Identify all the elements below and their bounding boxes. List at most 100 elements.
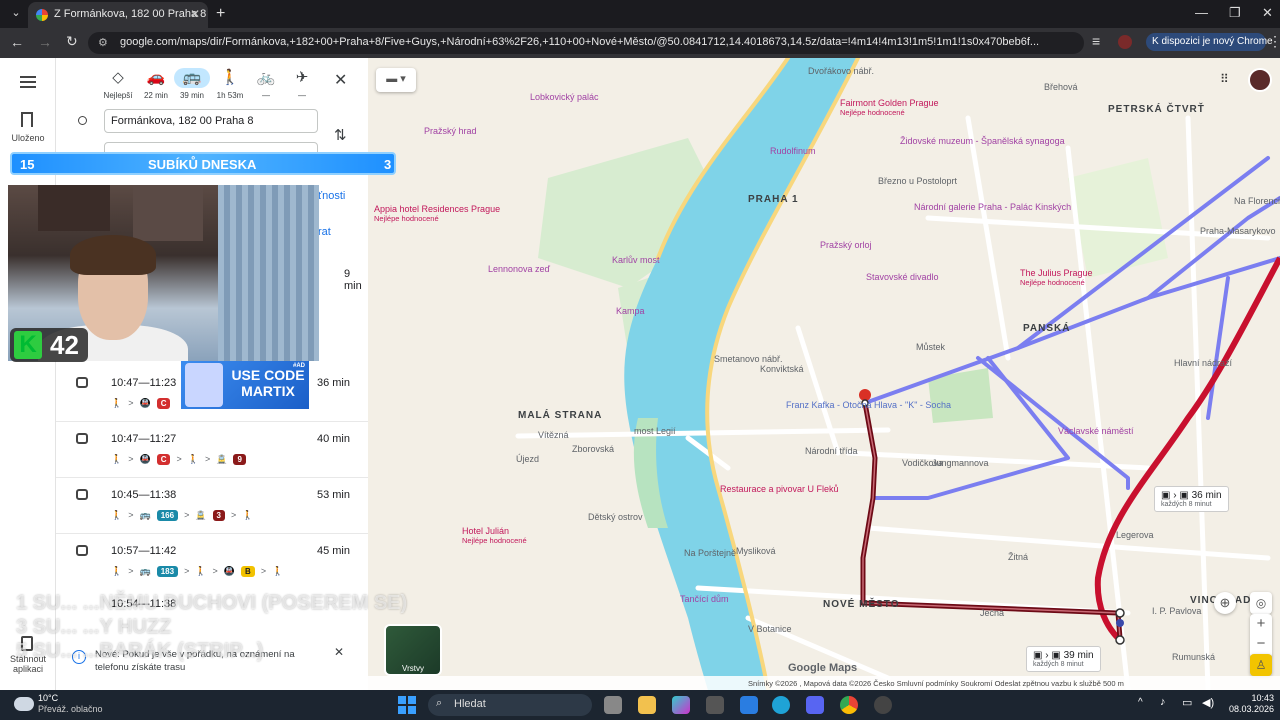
mic-icon[interactable]: ♪	[1160, 696, 1166, 708]
poster	[38, 185, 110, 231]
update-chrome-button[interactable]: K dispozici je nový Chrome	[1146, 33, 1273, 51]
street-label: most Legií	[634, 426, 676, 436]
street-label: Smetanovo nábř.	[714, 354, 783, 364]
route-option[interactable]: 10:57—11:42 45 min 🚶 > 🚌 183 > 🚶 > 🚇 B > 🚶	[56, 534, 368, 590]
mail-icon[interactable]	[740, 696, 758, 714]
leave-link[interactable]: rat	[318, 226, 331, 238]
map-poi[interactable]: Appia hotel Residences Prague Nejlépe hod…	[374, 204, 500, 223]
line-badge: C	[156, 454, 171, 465]
step-separator: >	[231, 510, 237, 520]
back-icon[interactable]: ←	[10, 34, 24, 50]
map-poi[interactable]: Lennonova zeď	[488, 264, 550, 274]
my-location-icon[interactable]: ⊕	[1214, 592, 1236, 614]
task-view-icon[interactable]	[604, 696, 622, 714]
forward-icon[interactable]: →	[38, 34, 52, 50]
tab-list-icon[interactable]: ⌄	[8, 6, 24, 22]
map-poi[interactable]: Václavské náměstí	[1058, 426, 1134, 436]
profile-avatar[interactable]	[1118, 35, 1132, 49]
map-menu-button[interactable]: ▬ ▾	[376, 68, 416, 92]
route-duration-tag[interactable]: ▣ › ▣ 39 min každých 8 minut	[1026, 646, 1101, 672]
saved-label[interactable]: Uloženo	[0, 133, 56, 143]
copilot-icon[interactable]	[672, 696, 690, 714]
apps-grid-icon[interactable]: ⠿	[1220, 72, 1229, 86]
site-info-icon[interactable]: ⚙	[98, 36, 108, 49]
map-poi[interactable]: Národní galerie Praha - Palác Kinských	[914, 202, 1071, 212]
close-notification-icon[interactable]: ✕	[334, 646, 344, 659]
map-poi[interactable]: The Julius Prague Nejlépe hodnocené	[1020, 268, 1093, 287]
origin-input[interactable]: Formánkova, 182 00 Praha 8	[104, 109, 318, 133]
poi-rating-label: Nejlépe hodnocené	[840, 108, 905, 117]
edge-icon[interactable]	[772, 696, 790, 714]
tray-chevron-icon[interactable]: ^	[1138, 697, 1143, 708]
layers-button[interactable]: Vrstvy	[384, 624, 442, 676]
reload-icon[interactable]: ↻	[66, 33, 78, 50]
route-option[interactable]: 10:47—11:27 40 min 🚶 > 🚇 C > 🚶 > 🚊 9	[56, 422, 368, 478]
reading-list-icon[interactable]: ≡	[1092, 33, 1100, 49]
car-icon: 🚗	[146, 69, 166, 86]
bookmark-icon[interactable]	[21, 112, 33, 127]
minimize-icon[interactable]: —	[1195, 5, 1208, 20]
map-poi[interactable]: Lobkovický palác	[530, 92, 599, 102]
tab-active[interactable]: Z Formánkova, 182 00 Praha 8 – ✕	[28, 2, 208, 28]
mode-bike-button[interactable]: 🚲 —	[248, 68, 284, 100]
locate-icon[interactable]: ◎	[1250, 592, 1272, 614]
hamburger-menu-icon[interactable]	[20, 76, 36, 88]
mode-transit-button[interactable]: 🚌 39 min	[174, 68, 210, 100]
map-poi[interactable]: Kampa	[616, 306, 645, 316]
map-poi[interactable]: Franz Kafka - Otočná Hlava - "K" - Socha	[786, 400, 951, 410]
close-window-icon[interactable]: ✕	[1262, 5, 1273, 21]
taskbar-search[interactable]: ⌕ Hledat	[428, 694, 592, 716]
swap-icon[interactable]: ⇅	[334, 126, 347, 144]
file-explorer-icon[interactable]	[638, 696, 656, 714]
transit-icon: 🚌	[174, 68, 210, 88]
map-poi[interactable]: Židovské muzeum - Španělská synagoga	[900, 136, 1065, 146]
account-avatar[interactable]	[1248, 68, 1272, 92]
best-icon: ◇	[112, 69, 124, 86]
mode-flight-button[interactable]: ✈ —	[284, 68, 320, 100]
weather-temp[interactable]: 10°C	[38, 693, 58, 703]
taskbar: 10°C Převáž. oblačno ⌕ Hledat ^ ♪ ▭ ◀) 1…	[0, 690, 1280, 720]
route-option[interactable]: 10:45—11:38 53 min 🚶 > 🚌 166 > 🚊 3 > 🚶	[56, 478, 368, 534]
map-poi[interactable]: Fairmont Golden Prague Nejlépe hodnocené	[840, 98, 939, 117]
zoom-out-icon[interactable]: −	[1250, 634, 1272, 654]
clock-time[interactable]: 10:43	[1224, 693, 1274, 703]
line-badge: 166	[156, 510, 179, 521]
step-separator: >	[128, 566, 134, 576]
options-link[interactable]: ťnosti	[318, 190, 345, 202]
map-poi[interactable]: Pražský hrad	[424, 126, 477, 136]
url-field[interactable]: ⚙ google.com/maps/dir/Formánkova,+182+00…	[88, 32, 1084, 54]
mode-best-button[interactable]: ◇ Nejlepší	[100, 68, 136, 100]
volume-icon[interactable]: ◀)	[1202, 696, 1214, 709]
start-icon[interactable]	[398, 696, 416, 714]
app-icon[interactable]	[874, 696, 892, 714]
zoom-in-icon[interactable]: +	[1250, 614, 1272, 634]
chrome-icon[interactable]	[840, 696, 858, 714]
map-canvas[interactable]: ▬ ▾ PRAHA 1 MALÁ STRANA NOVÉ MĚSTO PETRS…	[368, 58, 1280, 690]
route-duration-tag[interactable]: ▣ › ▣ 36 min každých 8 minut	[1154, 486, 1229, 512]
map-poi[interactable]: Karlův most	[612, 255, 660, 265]
map-poi[interactable]: Tančící dům	[680, 594, 729, 604]
map-poi[interactable]: Pražský orloj	[820, 240, 872, 250]
pegman-icon[interactable]: ♙	[1250, 654, 1272, 676]
mode-car-button[interactable]: 🚗 22 min	[138, 68, 174, 100]
step-icon: 🚶	[111, 454, 123, 464]
weather-desc[interactable]: Převáž. oblačno	[38, 704, 103, 714]
kick-logo-icon: K	[14, 331, 42, 359]
clock-date[interactable]: 08.03.2026	[1224, 704, 1274, 714]
close-tab-icon[interactable]: ✕	[190, 7, 200, 21]
route-duration: 45 min	[316, 545, 350, 557]
restore-icon[interactable]: ❐	[1229, 5, 1241, 21]
store-icon[interactable]	[706, 696, 724, 714]
transit-icon	[76, 489, 88, 500]
new-tab-icon[interactable]: +	[216, 5, 225, 23]
mode-walk-button[interactable]: 🚶 1h 53m	[212, 68, 248, 100]
close-directions-icon[interactable]: ✕	[334, 70, 347, 90]
map-poi[interactable]: Hotel Julián Nejlépe hodnocené	[462, 526, 527, 545]
map-poi[interactable]: Rudolfinum	[770, 146, 816, 156]
line-badge: 183	[156, 566, 179, 577]
map-poi[interactable]: Restaurace a pivovar U Fleků	[720, 484, 839, 494]
network-icon[interactable]: ▭	[1182, 696, 1192, 709]
streamer-hair	[70, 235, 156, 275]
map-poi[interactable]: Stavovské divadlo	[866, 272, 939, 282]
discord-icon[interactable]	[806, 696, 824, 714]
